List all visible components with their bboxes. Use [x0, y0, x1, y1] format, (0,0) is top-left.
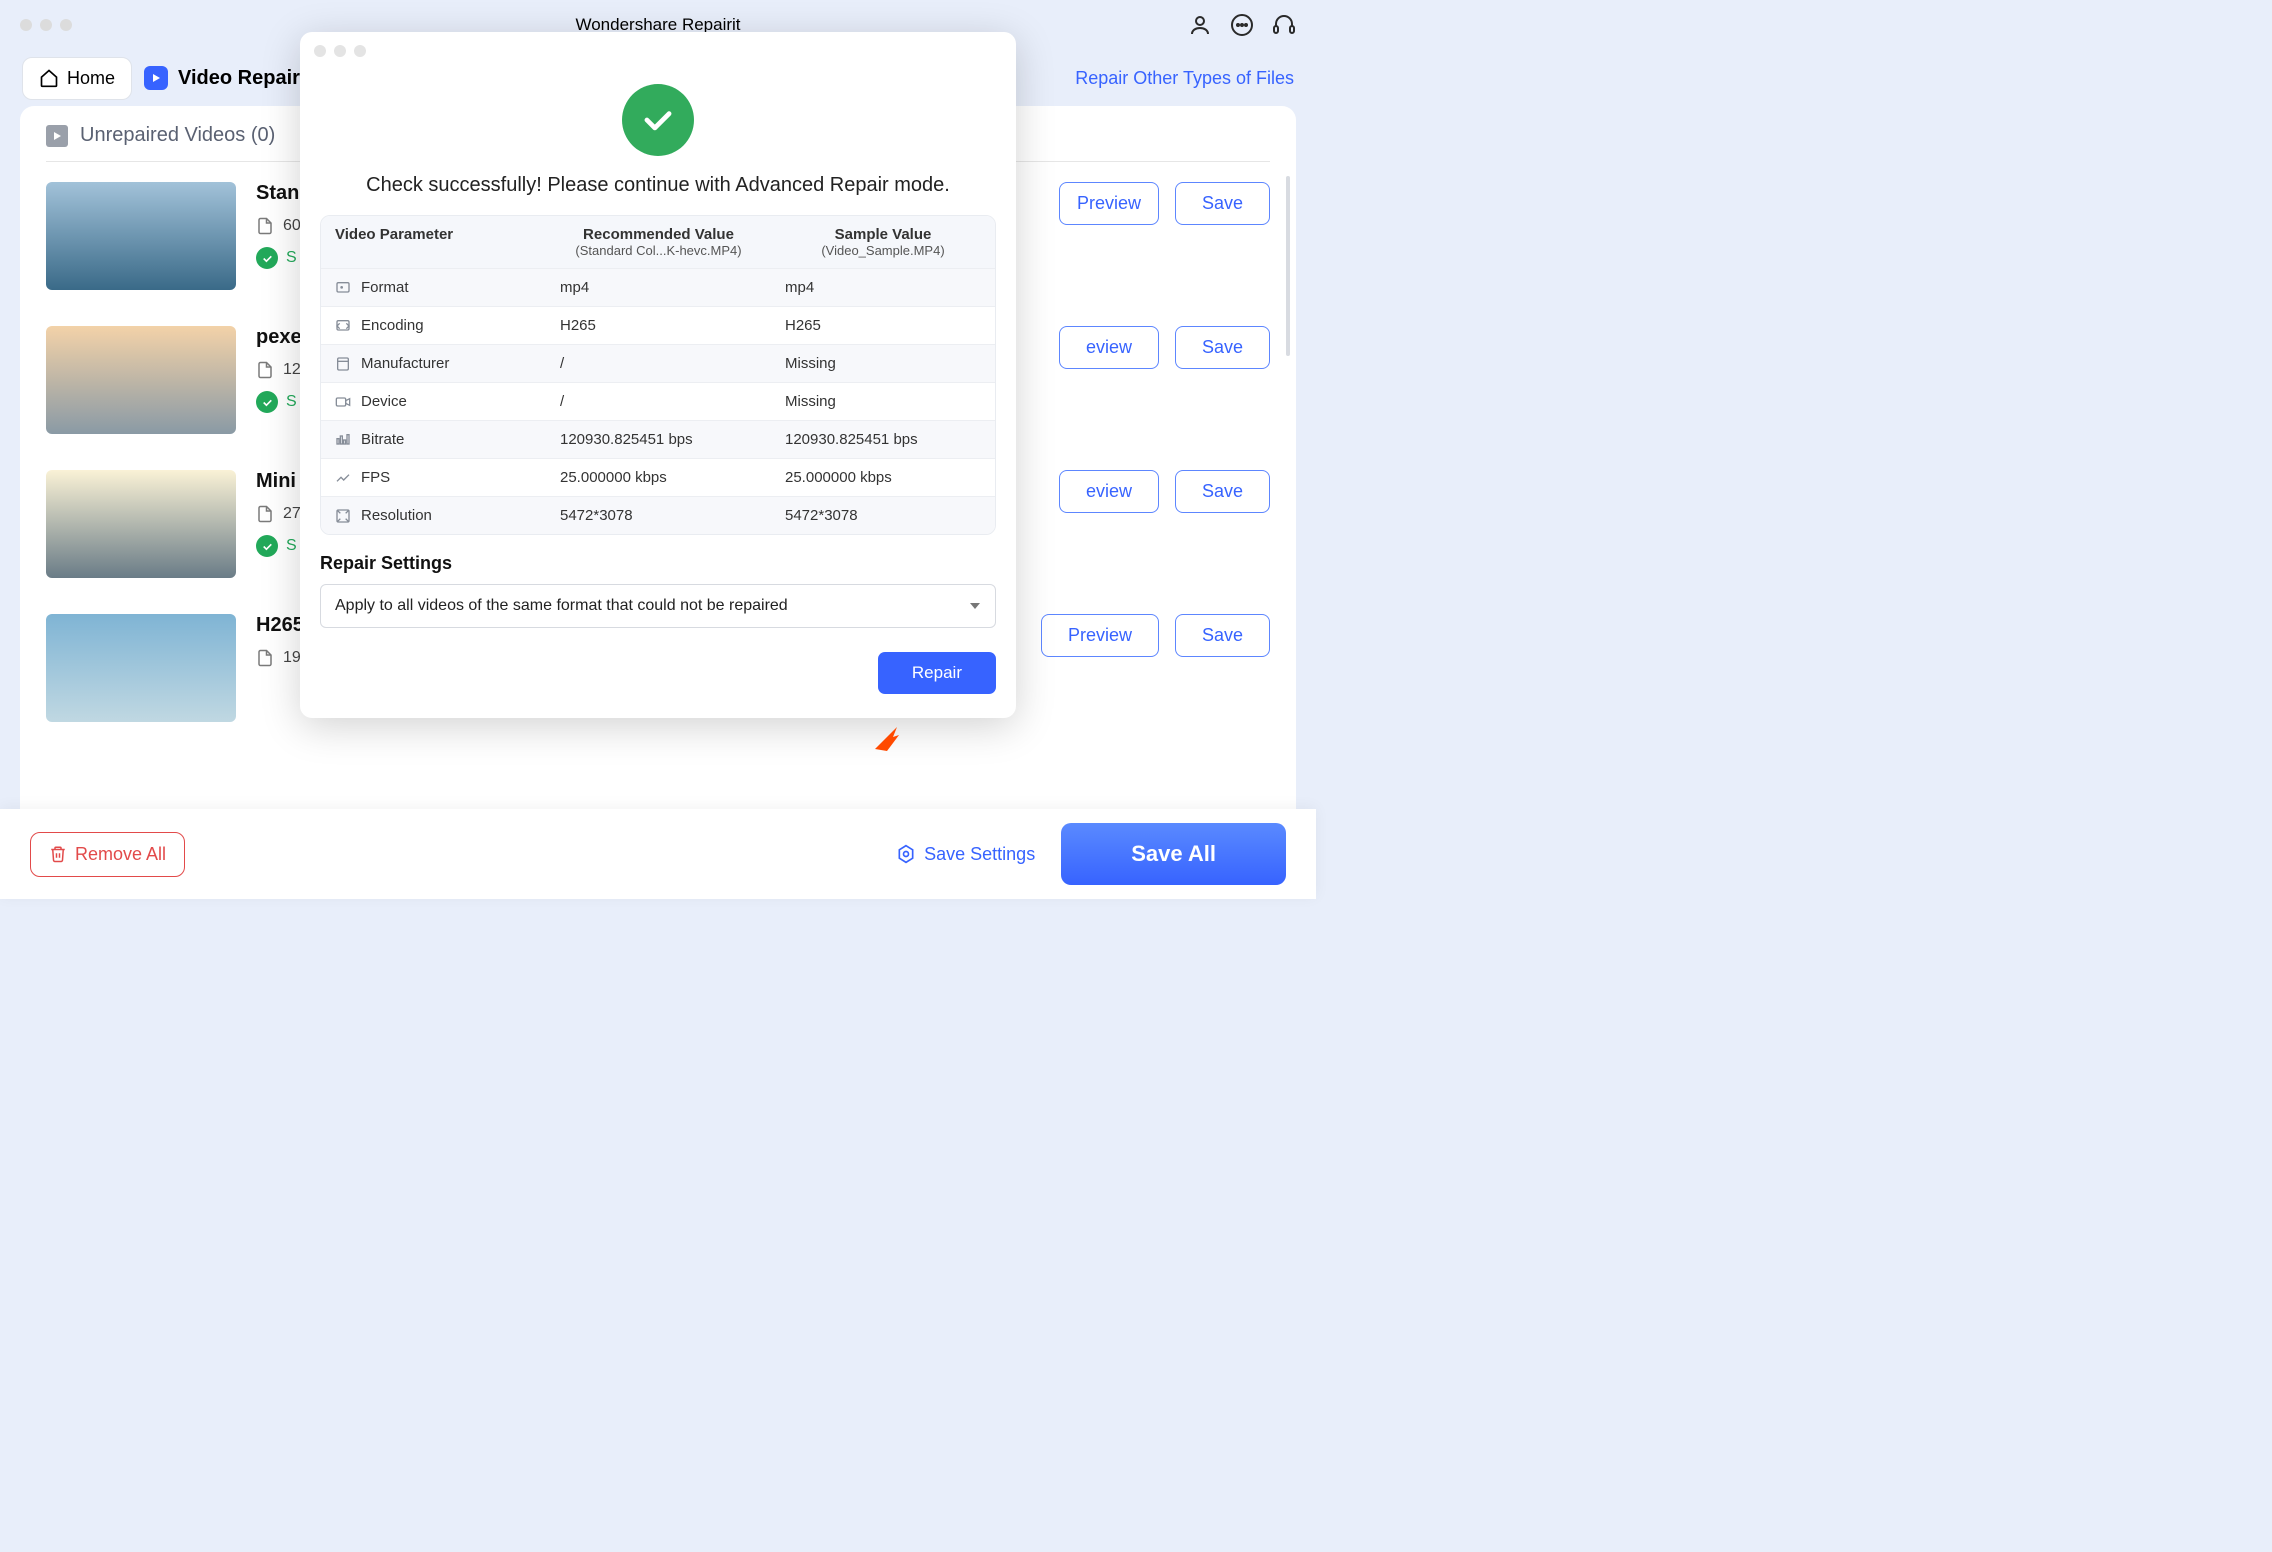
save-settings-label: Save Settings [924, 844, 1035, 865]
param-icon [335, 280, 351, 296]
advanced-repair-modal: Check successfully! Please continue with… [300, 32, 1016, 718]
account-icon[interactable] [1188, 13, 1212, 37]
file-size: 60 [256, 217, 301, 235]
repair-settings-select[interactable]: Apply to all videos of the same format t… [320, 584, 996, 628]
video-repair-label: Video Repair [178, 67, 300, 90]
video-thumbnail[interactable] [46, 326, 236, 434]
param-icon [335, 356, 351, 372]
home-label: Home [67, 68, 115, 89]
video-repair-tab[interactable]: Video Repair [144, 66, 300, 90]
remove-all-label: Remove All [75, 844, 166, 865]
save-settings-link[interactable]: Save Settings [896, 844, 1035, 865]
select-value: Apply to all videos of the same format t… [335, 597, 788, 615]
file-icon [256, 505, 274, 523]
param-icon [335, 470, 351, 486]
save-button[interactable]: Save [1175, 326, 1270, 369]
save-button[interactable]: Save [1175, 182, 1270, 225]
repair-button[interactable]: Repair [878, 652, 996, 694]
window-controls [20, 19, 72, 31]
close-icon[interactable] [20, 19, 32, 31]
play-icon [46, 125, 68, 147]
modal-header [300, 32, 1016, 70]
param-icon [335, 432, 351, 448]
param-icon [335, 318, 351, 334]
param-icon [335, 394, 351, 410]
col-recommended: Recommended Value (Standard Col...K-hevc… [546, 216, 771, 268]
feedback-icon[interactable] [1230, 13, 1254, 37]
modal-minimize-icon[interactable] [334, 45, 346, 57]
file-size: 27 [256, 505, 301, 523]
table-row: EncodingH265H265 [321, 306, 995, 344]
video-thumbnail[interactable] [46, 182, 236, 290]
bottom-bar: Remove All Save Settings Save All [0, 809, 1316, 899]
nav-left: Home Video Repair [22, 57, 300, 100]
success-check-icon [256, 535, 278, 557]
repair-other-types-link[interactable]: Repair Other Types of Files [1075, 68, 1294, 89]
save-button[interactable]: Save [1175, 470, 1270, 513]
table-row: Resolution5472*30785472*3078 [321, 496, 995, 534]
preview-button[interactable]: Preview [1041, 614, 1159, 657]
unrepaired-label: Unrepaired Videos (0) [80, 124, 275, 147]
success-check-icon [256, 247, 278, 269]
minimize-icon[interactable] [40, 19, 52, 31]
table-row: Bitrate120930.825451 bps120930.825451 bp… [321, 420, 995, 458]
cursor-arrow-annotation [873, 725, 901, 753]
video-thumbnail[interactable] [46, 470, 236, 578]
save-all-button[interactable]: Save All [1061, 823, 1286, 885]
success-check-icon [256, 391, 278, 413]
success-icon [622, 84, 694, 156]
table-row: Manufacturer/Missing [321, 344, 995, 382]
table-header: Video Parameter Recommended Value (Stand… [321, 216, 995, 268]
chevron-down-icon [969, 600, 981, 612]
gear-icon [896, 844, 916, 864]
title-toolbar [1188, 13, 1296, 37]
preview-button[interactable]: Preview [1059, 182, 1159, 225]
remove-all-button[interactable]: Remove All [30, 832, 185, 877]
col-parameter: Video Parameter [321, 216, 546, 268]
file-icon [256, 649, 274, 667]
video-repair-icon [144, 66, 168, 90]
preview-button[interactable]: eview [1059, 326, 1159, 369]
modal-close-icon[interactable] [314, 45, 326, 57]
param-icon [335, 508, 351, 524]
modal-maximize-icon[interactable] [354, 45, 366, 57]
file-icon [256, 217, 274, 235]
preview-button[interactable]: eview [1059, 470, 1159, 513]
col-sample: Sample Value (Video_Sample.MP4) [771, 216, 995, 268]
scrollbar[interactable] [1286, 176, 1290, 356]
video-thumbnail[interactable] [46, 614, 236, 722]
save-button[interactable]: Save [1175, 614, 1270, 657]
home-button[interactable]: Home [22, 57, 132, 100]
trash-icon [49, 845, 67, 863]
file-size: 12. [256, 361, 305, 379]
param-table: Video Parameter Recommended Value (Stand… [320, 215, 996, 535]
table-row: FPS25.000000 kbps25.000000 kbps [321, 458, 995, 496]
modal-footer: Repair [300, 628, 1016, 694]
table-row: Device/Missing [321, 382, 995, 420]
repair-settings-label: Repair Settings [320, 553, 996, 574]
file-icon [256, 361, 274, 379]
modal-title: Check successfully! Please continue with… [300, 174, 1016, 197]
home-icon [39, 68, 59, 88]
table-row: Formatmp4mp4 [321, 268, 995, 306]
maximize-icon[interactable] [60, 19, 72, 31]
support-icon[interactable] [1272, 13, 1296, 37]
